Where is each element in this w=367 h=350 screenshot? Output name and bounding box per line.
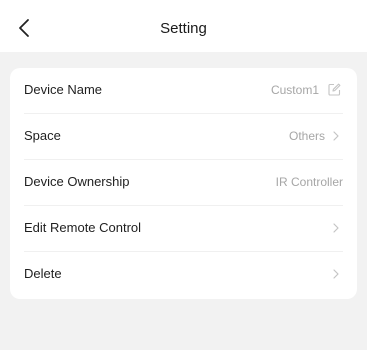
chevron-right-icon <box>333 131 339 141</box>
edit-remote-control-row[interactable]: Edit Remote Control <box>10 206 357 252</box>
device-name-label: Device Name <box>24 82 103 97</box>
edit-icon[interactable] <box>328 83 341 96</box>
header-bar: Setting <box>0 0 367 52</box>
device-name-value: Custom1 <box>270 83 319 97</box>
settings-card: Device Name Custom1 Space Others Device … <box>10 68 357 299</box>
space-row[interactable]: Space Others <box>10 114 357 160</box>
device-ownership-label: Device Ownership <box>24 174 130 189</box>
delete-row[interactable]: Delete <box>10 252 357 298</box>
device-name-row[interactable]: Device Name Custom1 <box>10 68 357 114</box>
device-ownership-value: IR Controller <box>275 175 343 189</box>
chevron-right-icon <box>333 269 339 279</box>
page-title: Setting <box>160 20 207 37</box>
space-value: Others <box>288 129 325 143</box>
space-label: Space <box>24 128 61 143</box>
edit-remote-control-label: Edit Remote Control <box>24 220 142 235</box>
delete-label: Delete <box>24 266 62 281</box>
chevron-right-icon <box>333 223 339 233</box>
settings-screen: Setting Device Name Custom1 Space Others… <box>0 0 367 350</box>
device-ownership-row: Device Ownership IR Controller <box>10 160 357 206</box>
